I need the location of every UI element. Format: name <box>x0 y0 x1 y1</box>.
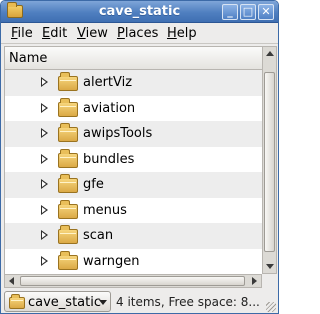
location-dropdown[interactable]: cave_static <box>4 291 111 312</box>
menu-edit-label: dit <box>50 26 68 41</box>
menu-view-mnemonic: V <box>77 26 86 41</box>
list-item[interactable]: alertViz <box>5 70 262 96</box>
item-name: alertViz <box>83 75 133 90</box>
folder-icon <box>58 72 78 91</box>
menu-places[interactable]: Places <box>117 26 158 41</box>
triangle-right-icon[interactable] <box>41 204 48 215</box>
menu-help[interactable]: Help <box>167 26 197 41</box>
menu-edit[interactable]: Edit <box>42 26 67 41</box>
triangle-right-icon[interactable] <box>41 179 48 189</box>
menu-places-label: laces <box>124 26 159 41</box>
menu-help-label: elp <box>176 26 197 41</box>
scroll-down-icon[interactable] <box>266 264 274 269</box>
folder-icon <box>58 225 78 244</box>
scroll-left-icon[interactable] <box>9 277 14 285</box>
menu-edit-mnemonic: E <box>42 26 51 41</box>
triangle-right-icon[interactable] <box>41 153 48 164</box>
triangle-right-icon[interactable] <box>41 230 48 240</box>
folder-icon <box>58 174 78 193</box>
scroll-up-icon[interactable] <box>266 51 274 56</box>
menu-help-mnemonic: H <box>167 26 177 41</box>
triangle-right-icon[interactable] <box>41 128 48 138</box>
triangle-right-icon[interactable] <box>41 255 48 266</box>
list-item[interactable]: warngen <box>5 249 262 275</box>
status-bar: cave_static 4 items, Free space: 8... <box>1 289 278 313</box>
vertical-scrollbar[interactable] <box>262 46 277 274</box>
menu-file-label: ile <box>17 26 33 41</box>
scroll-right-icon[interactable] <box>252 277 257 285</box>
horizontal-scrollbar[interactable] <box>4 274 262 288</box>
file-browser-window: cave_static _ □ ✕ File Edit View Places … <box>0 0 279 314</box>
chevron-down-icon <box>99 300 107 305</box>
column-header-name[interactable]: Name <box>4 46 262 70</box>
folder-icon <box>58 123 78 142</box>
item-name: scan <box>83 228 114 243</box>
resize-grip-icon[interactable] <box>266 302 276 312</box>
list-item[interactable]: bundles <box>5 147 262 173</box>
scrollbar-corner <box>262 274 277 288</box>
folder-icon <box>9 294 25 309</box>
menu-view-label: iew <box>85 26 108 41</box>
menu-bar: File Edit View Places Help <box>1 23 278 44</box>
folder-icon <box>58 97 78 117</box>
file-list[interactable]: alertViz aviation awipsTools bundles gfe… <box>4 70 262 274</box>
title-bar[interactable]: cave_static _ □ ✕ <box>1 1 278 23</box>
item-name: gfe <box>83 177 104 192</box>
menu-view[interactable]: View <box>77 26 108 41</box>
folder-icon <box>58 250 78 270</box>
triangle-right-icon[interactable] <box>41 77 48 87</box>
item-name: aviation <box>83 100 136 116</box>
item-name: awipsTools <box>83 126 153 141</box>
folder-icon <box>58 199 78 219</box>
maximize-button[interactable]: □ <box>240 4 256 20</box>
close-button[interactable]: ✕ <box>258 4 274 20</box>
location-label: cave_static <box>28 295 101 310</box>
vertical-scroll-thumb[interactable] <box>264 72 275 252</box>
item-name: bundles <box>83 151 135 167</box>
item-name: menus <box>83 202 127 218</box>
folder-icon <box>58 148 78 168</box>
item-name: warngen <box>83 253 140 269</box>
horizontal-scroll-thumb[interactable] <box>20 276 245 286</box>
list-item[interactable]: gfe <box>5 172 262 198</box>
menu-places-mnemonic: P <box>117 26 125 41</box>
list-item[interactable]: scan <box>5 223 262 249</box>
list-item[interactable]: aviation <box>5 96 262 122</box>
minimize-button[interactable]: _ <box>222 4 238 20</box>
menu-file[interactable]: File <box>11 26 33 41</box>
list-item[interactable]: awipsTools <box>5 121 262 147</box>
triangle-right-icon[interactable] <box>41 102 48 113</box>
list-item[interactable]: menus <box>5 198 262 224</box>
status-text: 4 items, Free space: 8... <box>116 295 260 309</box>
